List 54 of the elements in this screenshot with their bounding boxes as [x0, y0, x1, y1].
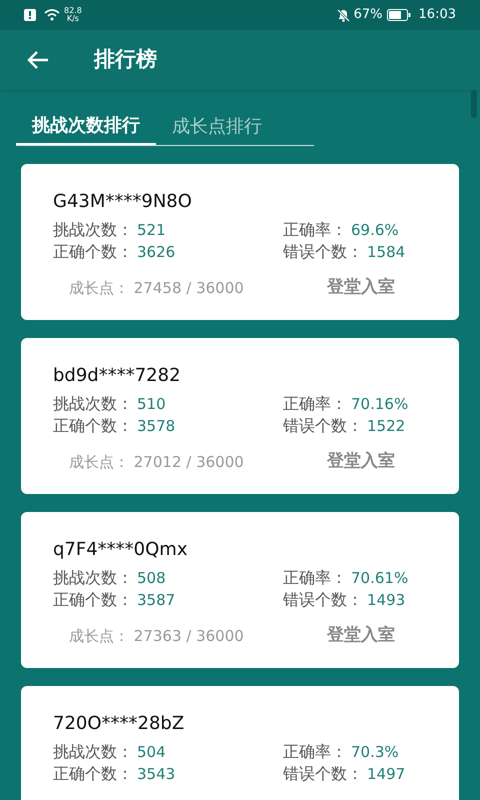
- battery-percent: 67%: [354, 6, 383, 24]
- stat-label: 错误个数：: [283, 241, 363, 263]
- stat-value: 1493: [367, 590, 406, 611]
- stat-label: 挑战次数：: [53, 741, 133, 763]
- stat-value: 504: [137, 742, 166, 763]
- stat-label: 正确率：: [283, 219, 347, 241]
- stat-value: 3578: [137, 416, 176, 437]
- stat-label: 错误个数：: [283, 763, 363, 785]
- growth-points: 成长点： 27363 / 36000: [69, 626, 245, 646]
- growth-points: 成长点： 27458 / 36000: [69, 278, 245, 298]
- user-id: q7F4****0Qmx: [53, 538, 188, 562]
- growth-points: 成长点： 27012 / 36000: [69, 452, 245, 472]
- stat-label: 错误个数：: [283, 589, 363, 611]
- clock: 16:03: [418, 6, 456, 24]
- stat-label: 正确率：: [283, 567, 347, 589]
- stat-value: 1497: [367, 764, 406, 785]
- stat-value: 70.16%: [351, 394, 408, 415]
- network-speed: 82.8: [64, 7, 82, 15]
- network-speed-unit: K/s: [66, 15, 79, 23]
- scroll-indicator: [471, 90, 477, 118]
- user-id: 720O****28bZ: [53, 712, 186, 736]
- stat-value: 70.61%: [351, 568, 408, 589]
- user-id: G43M****9N8O: [53, 190, 193, 214]
- page-title: 排行榜: [94, 46, 157, 74]
- stat-value: 521: [137, 220, 166, 241]
- stat-value: 1522: [367, 416, 406, 437]
- stat-label: 挑战次数：: [53, 567, 133, 589]
- stat-label: 挑战次数：: [53, 219, 133, 241]
- stat-label: 正确个数：: [53, 763, 133, 785]
- bell-off-icon: [336, 8, 350, 22]
- alert-icon: [24, 9, 36, 21]
- stat-label: 正确个数：: [53, 589, 133, 611]
- tab[interactable]: 成长点排行: [156, 112, 278, 145]
- stat-value: 1584: [367, 242, 406, 263]
- rank-title: 登堂入室: [327, 450, 395, 473]
- stat-label: 错误个数：: [283, 415, 363, 437]
- stat-value: 69.6%: [351, 220, 399, 241]
- stat-value: 3587: [137, 590, 176, 611]
- stat-label: 挑战次数：: [53, 393, 133, 415]
- stat-label: 正确率：: [283, 393, 347, 415]
- stat-value: 508: [137, 568, 166, 589]
- rank-title: 登堂入室: [327, 624, 395, 647]
- user-id: bd9d****7282: [53, 364, 182, 388]
- stat-value: 3626: [137, 242, 176, 263]
- stat-label: 正确个数：: [53, 241, 133, 263]
- stat-label: 正确率：: [283, 741, 347, 763]
- stat-value: 510: [137, 394, 166, 415]
- wifi-icon: [44, 9, 60, 21]
- stat-value: 70.3%: [351, 742, 399, 763]
- stat-value: 3543: [137, 764, 176, 785]
- battery-icon: [386, 9, 411, 21]
- stat-label: 正确个数：: [53, 415, 133, 437]
- tab[interactable]: 挑战次数排行: [16, 112, 156, 145]
- rank-title: 登堂入室: [327, 276, 395, 299]
